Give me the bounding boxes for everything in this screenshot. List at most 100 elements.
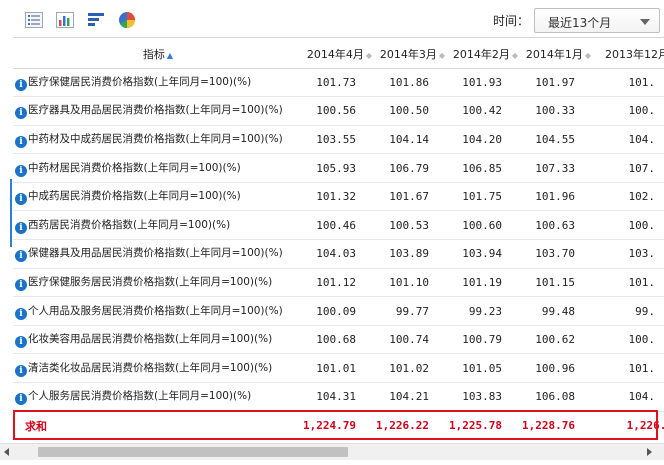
info-icon[interactable]: i [15,221,27,234]
list-view-icon[interactable] [25,11,43,29]
sort-asc-icon[interactable]: ▲ [167,51,173,60]
value-cell: 101.97 [522,68,595,98]
value-cell: 100.68 [303,325,376,355]
value-cell: 104.31 [303,382,376,412]
value-cell: 100. [595,325,664,355]
table-row[interactable]: i 西药居民消费价格指数(上年同月=100)(%) 100.46 100.53 100.… [13,210,664,241]
value-cell: 107. [595,153,664,183]
value-cell: 101.05 [449,353,522,384]
column-header-label: 2014年4月 [306,47,364,61]
indicator-cell: i 中成药居民消费价格指数(上年同月=100)(%) [13,182,303,212]
info-icon[interactable]: i [15,393,27,406]
period-label: 时间： [493,14,530,28]
indicator-label: 中药材及中成药居民消费价格指数(上年同月=100)(%) [28,132,283,145]
sort-icon[interactable]: ◆ [439,51,445,60]
column-header[interactable]: 2014年2月 ◆ [449,40,522,69]
table-row[interactable]: i 医疗器具及用品居民消费价格指数(上年同月=100)(%) 100.56 100.5… [13,96,664,126]
value-cell: 101.15 [522,268,595,298]
column-header[interactable]: 2013年12月 [595,40,664,69]
sort-icon[interactable]: ◆ [512,51,518,60]
table-row[interactable]: i 清洁类化妆品居民消费价格指数(上年同月=100)(%) 101.01 101.02… [13,353,664,384]
value-cell: 101.19 [449,268,522,298]
info-icon[interactable]: i [15,278,27,291]
value-cell: 101.75 [449,182,522,212]
column-header[interactable]: 2014年4月 ◆ [303,40,376,69]
value-cell: 100.46 [303,210,376,241]
period-select[interactable]: 最近13个月 [534,8,660,33]
scroll-right-icon[interactable] [647,448,652,456]
value-cell: 100.74 [376,325,449,355]
indicator-cell: i 医疗保健服务居民消费价格指数(上年同月=100)(%) [13,268,303,298]
value-cell: 101. [595,68,664,98]
value-cell: 106.08 [522,382,595,412]
value-cell: 101.10 [376,268,449,298]
horizontal-scrollbar[interactable] [0,443,664,460]
column-header-label: 指标 [142,47,165,61]
indicator-cell: i 化妆美容用品居民消费价格指数(上年同月=100)(%) [13,325,303,355]
value-cell: 100.96 [522,353,595,384]
table-row[interactable]: i 医疗保健服务居民消费价格指数(上年同月=100)(%) 101.12 101.10… [13,268,664,298]
value-cell: 104.21 [376,382,449,412]
column-header-indicator[interactable]: 指标 ▲ [13,40,303,69]
value-cell: 104.55 [522,125,595,155]
info-icon[interactable]: i [15,164,27,177]
info-icon[interactable]: i [15,364,27,377]
column-header[interactable]: 2014年1月 ◆ [522,40,595,69]
value-cell: 104.03 [303,239,376,269]
data-table: 指标 ▲ 2014年4月 ◆ 2014年3月 ◆ 2014年2月 ◆ 2014年1月 ◆ … [13,40,664,440]
indicator-cell: i 医疗器具及用品居民消费价格指数(上年同月=100)(%) [13,96,303,126]
sort-icon[interactable]: ◆ [366,51,372,60]
sum-value: 1,224.79 [303,419,356,433]
table-row[interactable]: i 化妆美容用品居民消费价格指数(上年同月=100)(%) 100.68 100.74… [13,325,664,355]
value-cell: 101.01 [303,353,376,384]
value-cell: 100.53 [376,210,449,241]
value-cell: 99.23 [449,296,522,326]
value-cell: 103. [595,239,664,269]
value-cell: 101.86 [376,68,449,98]
horizontal-bar-chart-icon[interactable] [87,11,105,29]
value-cell: 103.94 [449,239,522,269]
value-cell: 101.96 [522,182,595,212]
column-header-label: 2013年12月 [605,47,664,61]
info-icon[interactable]: i [15,78,27,91]
info-icon[interactable]: i [15,135,27,148]
column-header-label: 2014年2月 [452,47,510,61]
value-cell: 104. [595,125,664,155]
scrollbar-thumb[interactable] [38,447,348,457]
indicator-cell: i 西药居民消费价格指数(上年同月=100)(%) [13,210,303,241]
info-icon[interactable]: i [15,336,27,349]
view-switcher [25,11,136,29]
value-cell: 100. [595,96,664,126]
period-select-value: 最近13个月 [548,16,612,30]
scroll-left-icon[interactable] [4,448,9,456]
table-row[interactable]: i 保健器具及用品居民消费价格指数(上年同月=100)(%) 104.03 103.8… [13,239,664,269]
value-cell: 107.33 [522,153,595,183]
table-row[interactable]: i 中药材及中成药居民消费价格指数(上年同月=100)(%) 103.55 104.1… [13,125,664,155]
sum-value: 1,225.78 [449,419,502,433]
value-cell: 99.77 [376,296,449,326]
value-cell: 100.79 [449,325,522,355]
value-cell: 101. [595,353,664,384]
bar-chart-icon[interactable] [56,11,74,29]
sum-row: 求和 1,224.79 1,226.22 1,225.78 1,228.76 1,226.… [13,411,664,440]
value-cell: 101.32 [303,182,376,212]
info-icon[interactable]: i [15,193,27,206]
info-icon[interactable]: i [15,307,27,320]
sort-icon[interactable]: ◆ [585,51,591,60]
value-cell: 103.89 [376,239,449,269]
value-cell: 103.55 [303,125,376,155]
table-row[interactable]: i 个人服务居民消费价格指数(上年同月=100)(%) 104.31 104.21 10… [13,382,664,412]
table-row[interactable]: i 中成药居民消费价格指数(上年同月=100)(%) 101.32 101.67 101… [13,182,664,212]
indicator-label: 医疗保健服务居民消费价格指数(上年同月=100)(%) [28,275,273,288]
value-cell: 99.48 [522,296,595,326]
info-icon[interactable]: i [15,250,27,263]
table-row[interactable]: i 医疗保健居民消费价格指数(上年同月=100)(%) 101.73 101.86 10… [13,68,664,98]
info-icon[interactable]: i [15,107,27,120]
table-row[interactable]: i 个人用品及服务居民消费价格指数(上年同月=100)(%) 100.09 99.77… [13,296,664,326]
indicator-label: 保健器具及用品居民消费价格指数(上年同月=100)(%) [28,247,283,260]
column-header[interactable]: 2014年3月 ◆ [376,40,449,69]
pie-chart-icon[interactable] [118,11,136,29]
value-cell: 103.83 [449,382,522,412]
table-row[interactable]: i 中药材居民消费价格指数(上年同月=100)(%) 105.93 106.79 106… [13,153,664,183]
table-header-row: 指标 ▲ 2014年4月 ◆ 2014年3月 ◆ 2014年2月 ◆ 2014年1月 ◆ … [13,40,664,69]
